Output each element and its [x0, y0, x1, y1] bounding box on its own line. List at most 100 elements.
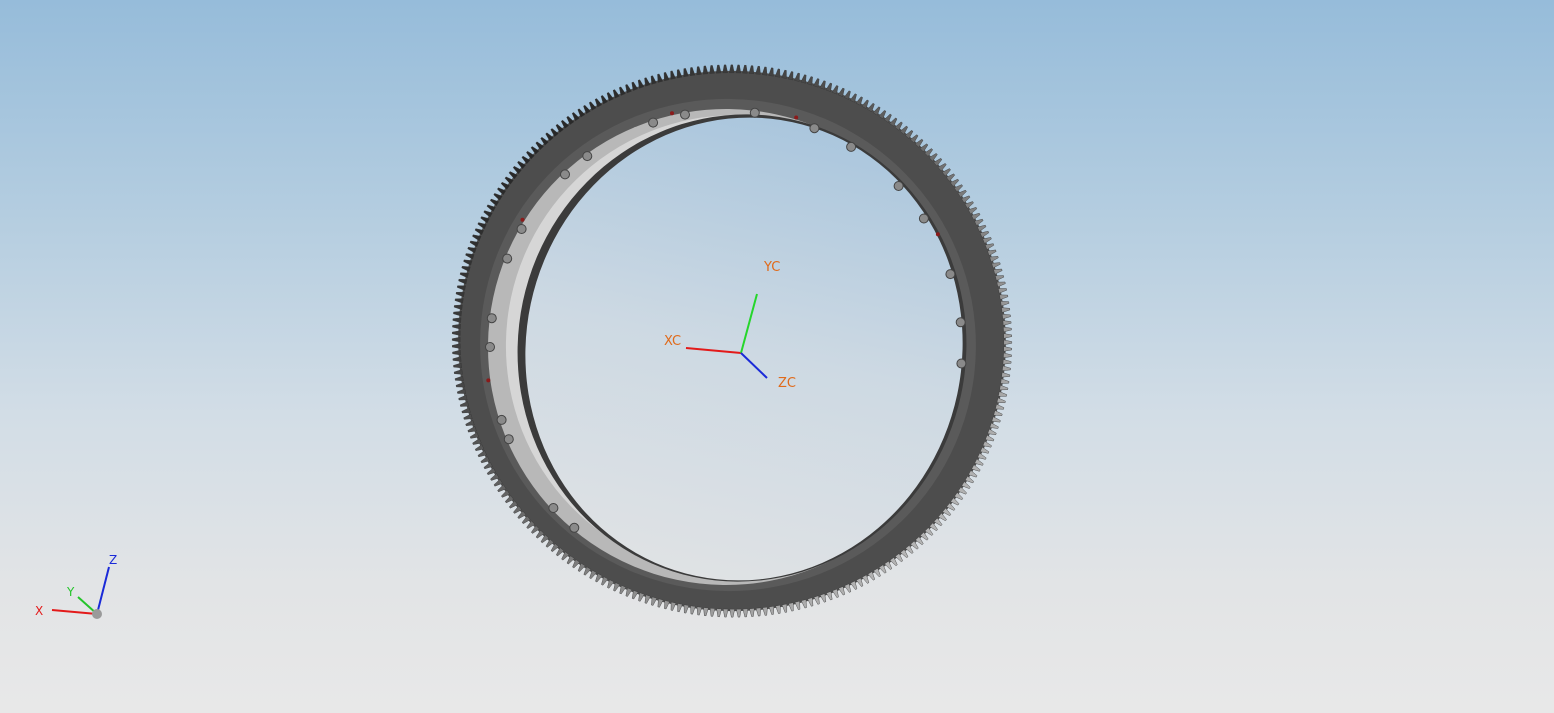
gear-tooth: [755, 607, 762, 617]
triad-origin[interactable]: [92, 609, 102, 619]
bolt-hole: [548, 503, 559, 513]
gear-tooth: [989, 256, 999, 263]
gear-tooth: [459, 272, 469, 279]
gear-tooth: [465, 419, 475, 426]
bolt-hole: [955, 317, 966, 328]
gear-tooth: [467, 246, 477, 254]
scene-canvas[interactable]: XC YC ZC X Y Z: [0, 0, 1554, 713]
gear-tooth: [683, 68, 689, 78]
gear-tooth: [451, 336, 461, 343]
gear-tooth: [637, 79, 645, 89]
triad-x-axis[interactable]: [51, 609, 98, 615]
gear-tooth: [1003, 333, 1012, 339]
gear-tooth: [736, 608, 742, 618]
graphics-viewport[interactable]: XC YC ZC X Y Z: [0, 0, 1554, 713]
bolt-hole: [809, 123, 820, 134]
gear-tooth: [459, 401, 469, 407]
bolt-hole: [945, 269, 956, 280]
gear-tooth: [657, 598, 664, 608]
gear-tooth: [716, 608, 722, 618]
gear-tooth: [997, 288, 1007, 294]
marker-dot: [520, 217, 525, 222]
gear-tooth: [689, 67, 696, 77]
marker-dot: [486, 378, 491, 383]
gear-tooth: [995, 275, 1005, 281]
gear-tooth: [722, 64, 728, 74]
gear-tooth: [768, 605, 775, 615]
gear-tooth: [1000, 301, 1010, 307]
gear-tooth: [696, 66, 702, 76]
gear-tooth: [452, 349, 461, 356]
gear-tooth: [762, 606, 768, 616]
gear-tooth: [800, 599, 807, 609]
gear-tooth: [742, 64, 748, 74]
bolt-hole: [502, 253, 513, 264]
gear-tooth: [458, 394, 468, 401]
gear-tooth: [748, 65, 755, 75]
gear-tooth: [644, 77, 651, 87]
gear-tooth: [454, 375, 464, 381]
bolt-hole: [846, 141, 857, 152]
gear-tooth: [993, 268, 1003, 275]
gear-tooth: [452, 356, 462, 362]
gear-tooth: [453, 304, 463, 310]
gear-tooth: [715, 64, 722, 74]
gear-ring-model[interactable]: [408, 20, 1056, 662]
gear-tooth: [987, 428, 997, 436]
bolt-hole: [918, 213, 929, 224]
bolt-hole: [680, 109, 690, 120]
gear-tooth: [638, 592, 645, 602]
gear-tooth: [677, 603, 683, 613]
gear-tooth: [456, 285, 466, 291]
gear-tooth: [709, 65, 715, 74]
gear-tooth: [452, 317, 462, 323]
gear-tooth: [788, 602, 794, 612]
gear-tooth: [996, 397, 1006, 404]
gear-tooth: [995, 403, 1005, 410]
gear-tooth: [787, 71, 794, 81]
gear-tooth: [742, 608, 749, 618]
gear-tooth: [453, 369, 463, 375]
gear-tooth: [452, 343, 461, 349]
gear-tooth: [452, 330, 461, 336]
gear-tooth: [813, 78, 820, 88]
wcs-z-label: ZC: [778, 376, 796, 391]
gear-tooth: [467, 426, 477, 433]
view-triad[interactable]: X Y Z: [35, 553, 117, 619]
bolt-hole: [893, 181, 904, 191]
gear-tooth: [1003, 339, 1013, 346]
triad-z-axis[interactable]: [96, 566, 110, 615]
gear-tooth: [1002, 365, 1011, 371]
bolt-hole: [648, 117, 659, 128]
gear-tooth: [761, 66, 768, 76]
gear-tooth: [461, 266, 471, 272]
gear-tooth: [709, 607, 716, 617]
marker-dot: [794, 115, 799, 120]
gear-tooth: [781, 69, 787, 79]
gear-tooth: [463, 413, 473, 420]
gear-tooth: [735, 64, 742, 74]
gear-tooth: [781, 603, 788, 613]
bolt-hole: [503, 434, 514, 445]
bolt-hole: [582, 151, 593, 162]
gear-tooth: [455, 382, 465, 388]
gear-tooth: [651, 596, 658, 606]
gear-tooth: [749, 608, 755, 617]
gear-tooth: [1002, 313, 1011, 320]
gear-tooth: [676, 69, 683, 79]
triad-z-label: Z: [109, 553, 117, 567]
gear-tooth: [729, 64, 735, 74]
gear-tooth: [690, 605, 696, 615]
bolt-hole: [749, 107, 760, 118]
bolt-hole: [486, 313, 497, 324]
gear-tooth: [991, 262, 1001, 269]
gear-tooth: [664, 600, 670, 610]
gear-tooth: [794, 600, 801, 610]
gear-tooth: [768, 67, 774, 77]
gear-tooth: [696, 606, 703, 616]
gear-tooth: [987, 249, 997, 256]
gear-tooth: [1003, 346, 1012, 352]
gear-tooth: [465, 253, 475, 260]
gear-tooth: [670, 601, 677, 611]
gear-tooth: [999, 384, 1009, 391]
